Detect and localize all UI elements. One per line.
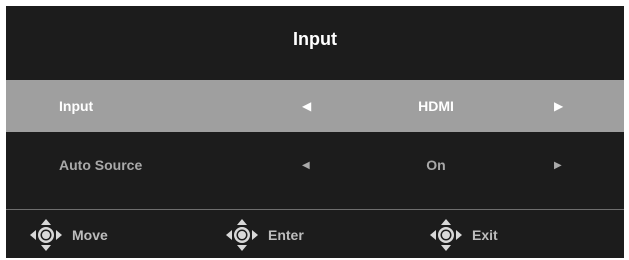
menu-row-input[interactable]: Input ◀ HDMI ▶ bbox=[6, 80, 624, 132]
dpad-exit-icon bbox=[428, 217, 464, 253]
osd-menu-panel: Input Input ◀ HDMI ▶ Auto Source ◀ On ▶ … bbox=[6, 6, 624, 258]
arrow-left-icon[interactable]: ◀ bbox=[302, 99, 311, 113]
footer-enter: Enter bbox=[224, 217, 304, 253]
menu-title: Input bbox=[6, 6, 624, 72]
arrow-right-icon[interactable]: ▶ bbox=[554, 99, 563, 113]
menu-row-label: Input bbox=[59, 98, 94, 114]
dpad-move-icon bbox=[28, 217, 64, 253]
menu-row-auto-source[interactable]: Auto Source ◀ On ▶ bbox=[6, 139, 624, 191]
menu-row-value: HDMI bbox=[418, 98, 454, 114]
dpad-enter-icon bbox=[224, 217, 260, 253]
footer-move-label: Move bbox=[72, 227, 108, 243]
menu-row-label: Auto Source bbox=[59, 157, 143, 173]
footer-divider bbox=[6, 209, 624, 210]
menu-title-text: Input bbox=[293, 28, 337, 49]
arrow-left-icon[interactable]: ◀ bbox=[302, 160, 310, 171]
footer-exit: Exit bbox=[428, 217, 498, 253]
footer-exit-label: Exit bbox=[472, 227, 498, 243]
menu-row-value: On bbox=[426, 157, 446, 173]
footer-move: Move bbox=[28, 217, 108, 253]
arrow-right-icon[interactable]: ▶ bbox=[554, 160, 562, 171]
footer-enter-label: Enter bbox=[268, 227, 304, 243]
